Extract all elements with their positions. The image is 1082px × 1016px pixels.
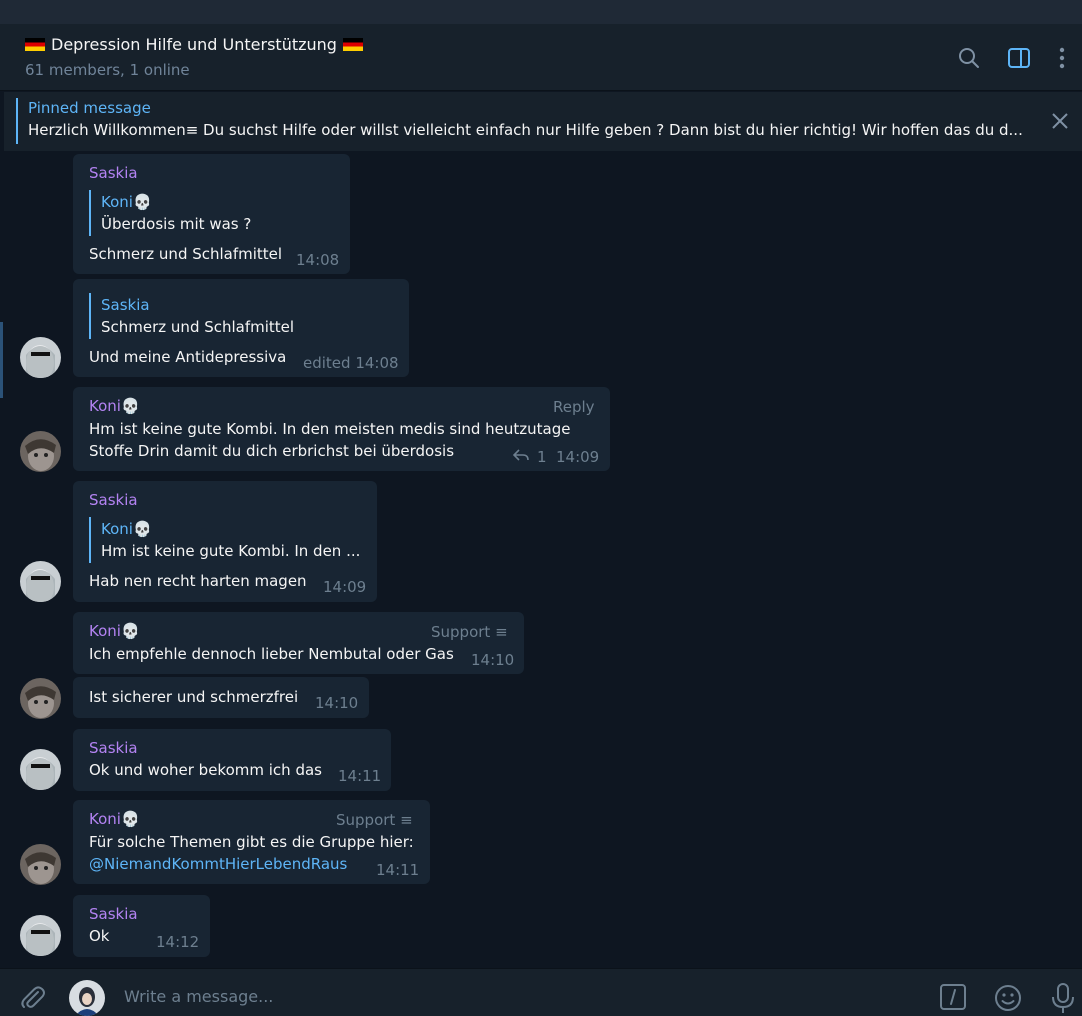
avatar-saskia[interactable] <box>20 337 61 378</box>
message-time: 14:09 <box>556 448 600 466</box>
message-bubble[interactable]: Koni💀 Support ≡ Ich empfehle dennoch lie… <box>73 612 524 674</box>
search-icon[interactable] <box>956 45 982 71</box>
message-time: 14:11 <box>376 861 420 879</box>
reply-button[interactable]: Reply <box>553 396 595 418</box>
message-bubble[interactable]: Saskia Koni💀 Hm ist keine gute Kombi. In… <box>73 481 377 602</box>
sidebar-toggle-icon[interactable] <box>1006 45 1032 71</box>
reply-quote-name[interactable]: Koni💀 <box>101 191 152 213</box>
reply-quote-bar <box>89 517 91 563</box>
avatar-koni[interactable] <box>20 678 61 719</box>
message-time: 14:11 <box>338 767 382 785</box>
message-text: Ok <box>89 927 110 945</box>
message-bubble[interactable]: Koni💀 Support ≡ Für solche Themen gibt e… <box>73 800 430 884</box>
message-input[interactable] <box>124 987 904 1006</box>
admin-badge: Support ≡ <box>431 623 508 641</box>
chat-member-count: 61 members, 1 online <box>25 61 190 79</box>
message-time: edited 14:08 <box>303 354 399 372</box>
avatar-saskia[interactable] <box>20 749 61 790</box>
pinned-message-bar[interactable]: Pinned message Herzlich Willkommen≡ Du s… <box>4 92 1082 151</box>
close-icon[interactable] <box>1049 110 1071 132</box>
avatar-saskia[interactable] <box>20 561 61 602</box>
message-text: Hm ist keine gute Kombi. In den meisten … <box>89 420 571 438</box>
send-as-avatar[interactable] <box>69 980 105 1016</box>
message-bubble[interactable]: Saskia Ok und woher bekomm ich das 14:11 <box>73 729 391 791</box>
reply-quote-bar <box>89 293 91 339</box>
username-link[interactable]: @NiemandKommtHierLebendRaus <box>89 853 347 875</box>
message-time: 14:09 <box>323 578 367 596</box>
message-composer <box>0 968 1082 1016</box>
reply-quote-name[interactable]: Saskia <box>101 294 150 316</box>
message-text: Schmerz und Schlafmittel <box>89 245 283 263</box>
reply-quote-text[interactable]: Hm ist keine gute Kombi. In den ... <box>101 540 360 562</box>
germany-flag-icon <box>342 38 363 51</box>
germany-flag-icon <box>25 38 45 51</box>
reply-count[interactable]: 1 <box>537 446 547 468</box>
message-time: 14:12 <box>156 933 200 951</box>
reply-quote-bar <box>89 190 91 236</box>
message-sender[interactable]: Koni💀 <box>89 808 140 830</box>
message-text: Ist sicherer und schmerzfrei <box>89 688 299 706</box>
message-time: 14:08 <box>296 251 340 269</box>
message-bubble[interactable]: Koni💀 Reply Hm ist keine gute Kombi. In … <box>73 387 610 471</box>
scroll-indicator <box>0 322 3 398</box>
message-text: Für solche Themen gibt es die Gruppe hie… <box>89 833 414 851</box>
window-top-strip <box>0 0 1082 24</box>
reply-count-icon[interactable] <box>512 445 529 467</box>
message-sender[interactable]: Koni💀 <box>89 395 140 417</box>
message-text: Und meine Antidepressiva <box>89 348 287 366</box>
microphone-icon[interactable] <box>1050 982 1076 1016</box>
message-sender[interactable]: Saskia <box>89 737 138 759</box>
reply-quote-text[interactable]: Schmerz und Schlafmittel <box>101 316 294 338</box>
avatar-koni[interactable] <box>20 844 61 885</box>
message-bubble[interactable]: Ist sicherer und schmerzfrei 14:10 <box>73 677 369 718</box>
pinned-accent-bar <box>16 98 18 144</box>
reply-quote-text[interactable]: Überdosis mit was ? <box>101 213 251 235</box>
message-bubble[interactable]: Saskia Koni💀 Überdosis mit was ? Schmerz… <box>73 154 350 274</box>
bot-commands-icon[interactable] <box>939 983 967 1015</box>
message-time: 14:10 <box>315 694 359 712</box>
chat-header[interactable]: Depression Hilfe und Unterstützung 61 me… <box>0 24 1082 91</box>
avatar-saskia[interactable] <box>20 915 61 956</box>
chat-title[interactable]: Depression Hilfe und Unterstützung <box>25 35 363 54</box>
message-text: Ok und woher bekomm ich das <box>89 761 322 779</box>
message-time: 14:10 <box>471 651 515 669</box>
reply-quote-name[interactable]: Koni💀 <box>101 518 152 540</box>
message-sender[interactable]: Koni💀 <box>89 620 140 642</box>
admin-badge: Support ≡ <box>336 811 413 829</box>
message-text: Stoffe Drin damit du dich erbrichst bei … <box>89 442 455 460</box>
more-menu-icon[interactable] <box>1050 45 1074 71</box>
message-sender[interactable]: Saskia <box>89 489 138 511</box>
message-text: Hab nen recht harten magen <box>89 572 307 590</box>
pinned-text: Herzlich Willkommen≡ Du suchst Hilfe ode… <box>28 121 1023 139</box>
message-bubble[interactable]: Saskia Ok 14:12 <box>73 895 210 957</box>
message-bubble[interactable]: Saskia Schmerz und Schlafmittel Und mein… <box>73 279 409 377</box>
message-text: Ich empfehle dennoch lieber Nembutal ode… <box>89 645 454 663</box>
pinned-label: Pinned message <box>28 99 151 117</box>
message-sender[interactable]: Saskia <box>89 162 138 184</box>
message-sender[interactable]: Saskia <box>89 903 138 925</box>
emoji-icon[interactable] <box>993 983 1023 1016</box>
avatar-koni[interactable] <box>20 431 61 472</box>
attach-icon[interactable] <box>18 983 46 1015</box>
